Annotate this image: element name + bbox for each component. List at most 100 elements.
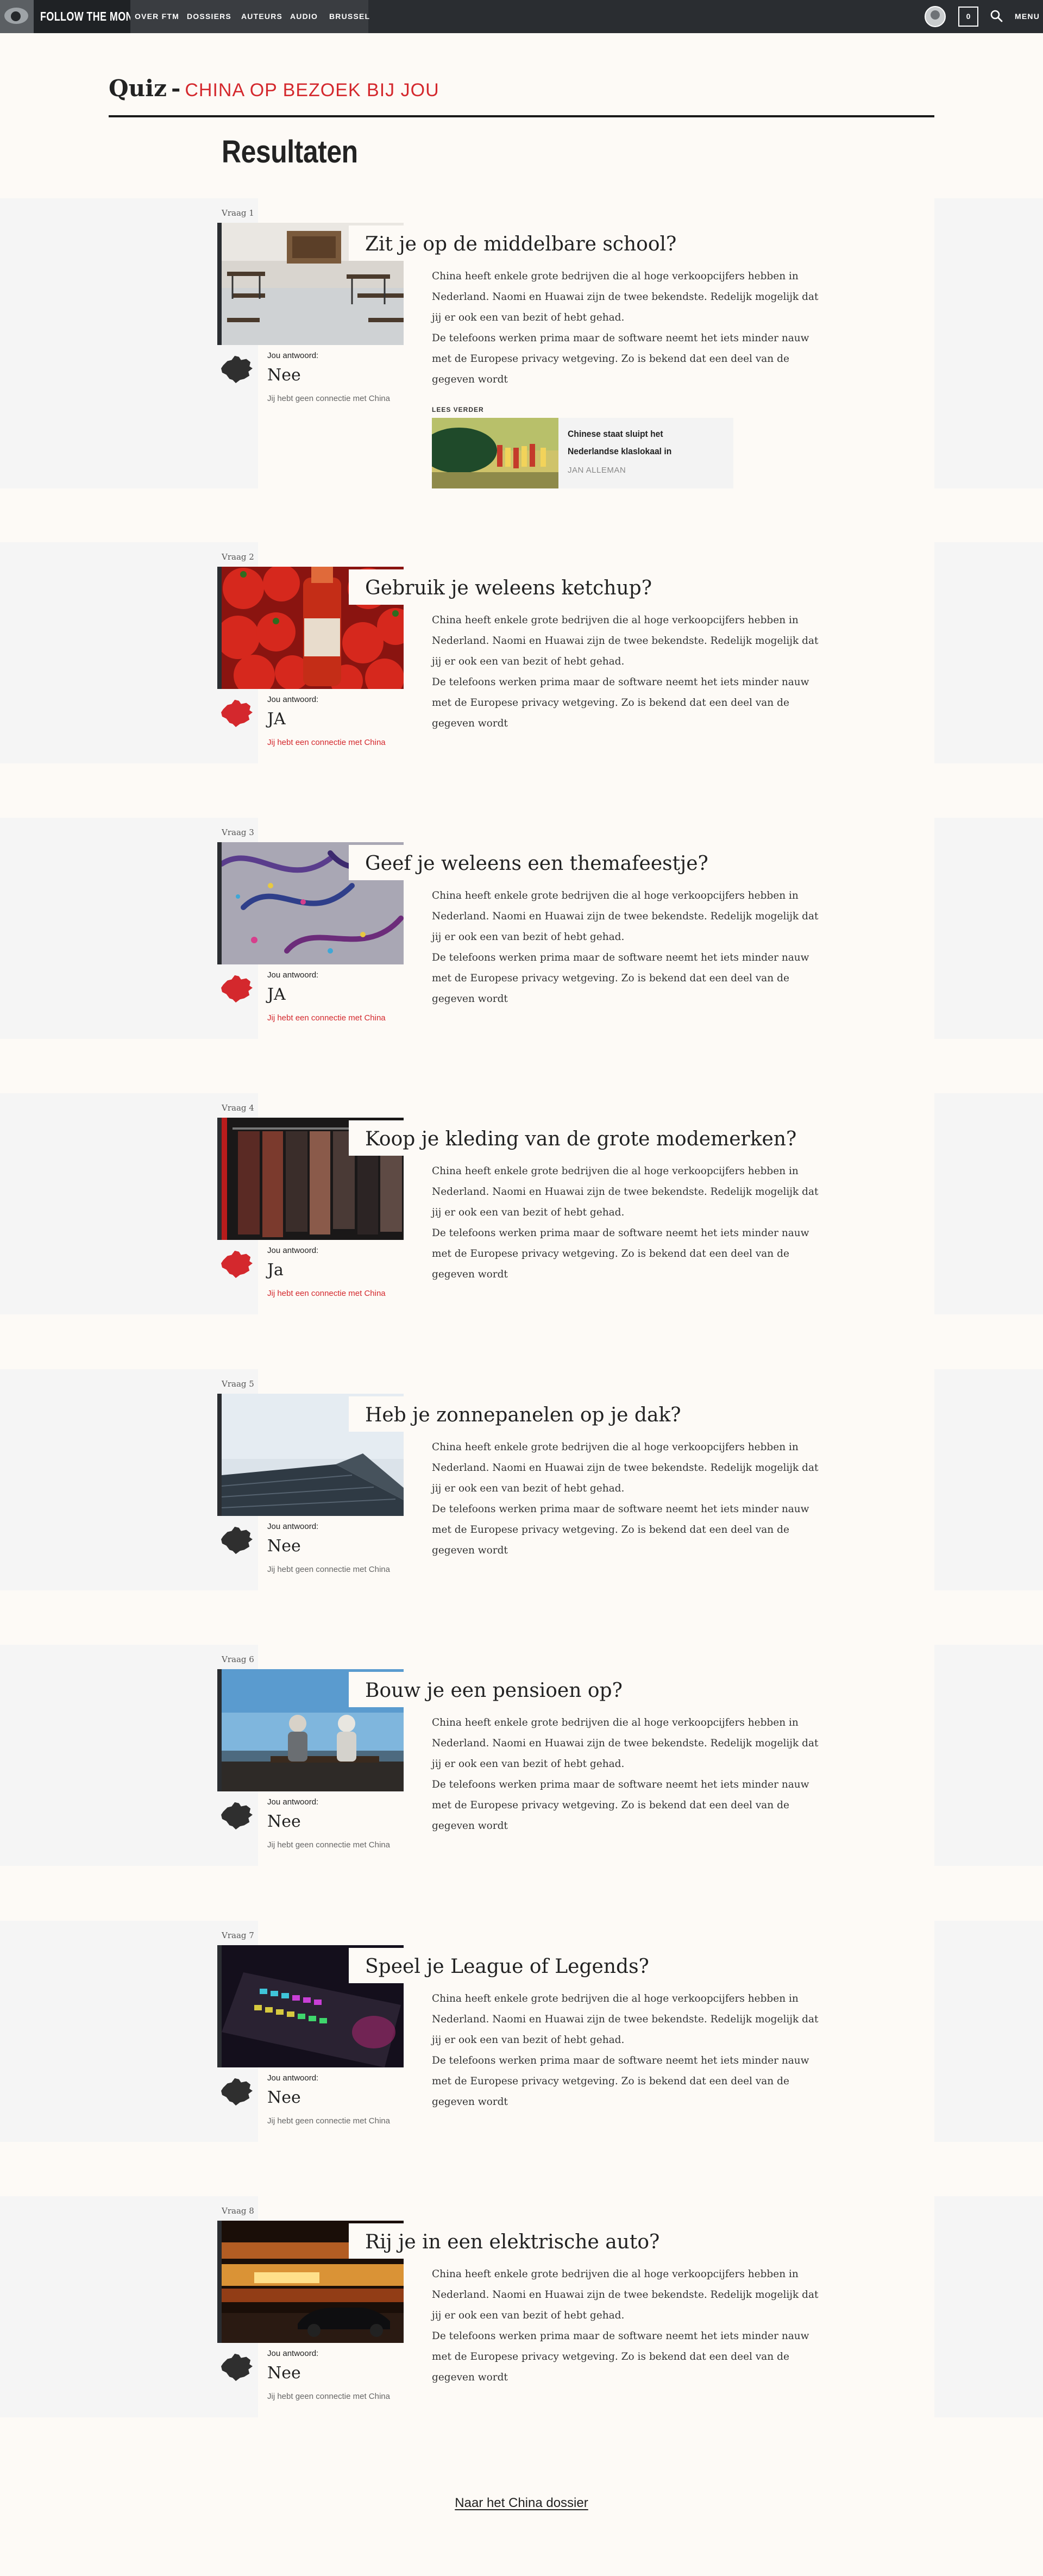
question-explanation: China heeft enkele grote bedrijven die a… bbox=[432, 266, 826, 390]
question-number: Vraag 5 bbox=[222, 1379, 254, 1389]
question-number: Vraag 2 bbox=[222, 552, 254, 562]
china-map-icon bbox=[221, 975, 253, 1003]
top-navigation-bar: FOLLOW THE MONEY OVER FTM DOSSIERS AUTEU… bbox=[0, 0, 1043, 33]
answer-value: Nee bbox=[267, 366, 301, 385]
question-result-row: Vraag 5 Heb je zonnepanelen op je dak? C… bbox=[0, 1369, 1043, 1590]
results-heading: Resultaten bbox=[222, 134, 358, 170]
ftm-logo[interactable]: FOLLOW THE MONEY bbox=[0, 0, 146, 33]
eye-logo-icon bbox=[0, 0, 34, 33]
nav-over-ftm[interactable]: OVER FTM bbox=[135, 0, 179, 33]
quiz-title: Quiz - CHINA OP BEZOEK BIJ JOU bbox=[109, 75, 439, 102]
china-map-icon bbox=[221, 355, 253, 384]
answer-label: Jou antwoord: bbox=[267, 1797, 319, 1807]
answer-label: Jou antwoord: bbox=[267, 695, 319, 704]
question-result-row: Vraag 1 Zit je op de middelbare school? … bbox=[0, 198, 1043, 488]
explanation-paragraph: China heeft enkele grote bedrijven die a… bbox=[432, 2268, 819, 2321]
question-number: Vraag 4 bbox=[222, 1103, 254, 1113]
answer-block: Jou antwoord: Nee Jij hebt geen connecti… bbox=[217, 2072, 407, 2148]
connection-status: Jij hebt geen connectie met China bbox=[267, 394, 390, 403]
explanation-paragraph: China heeft enkele grote bedrijven die a… bbox=[432, 1993, 819, 2046]
question-title: Gebruik je weleens ketchup? bbox=[349, 569, 668, 605]
search-icon[interactable] bbox=[990, 9, 1003, 22]
question-title: Bouw je een pensioen op? bbox=[349, 1672, 639, 1707]
question-number: Vraag 1 bbox=[222, 208, 254, 218]
explanation-paragraph: De telefoons werken prima maar de softwa… bbox=[432, 952, 809, 1005]
explanation-paragraph: China heeft enkele grote bedrijven die a… bbox=[432, 1165, 819, 1218]
menu-button[interactable]: MENU bbox=[1015, 0, 1040, 33]
question-explanation: China heeft enkele grote bedrijven die a… bbox=[432, 1989, 826, 2113]
answer-value: Nee bbox=[267, 1537, 301, 1556]
explanation-paragraph: De telefoons werken prima maar de softwa… bbox=[432, 2055, 809, 2108]
question-explanation: China heeft enkele grote bedrijven die a… bbox=[432, 610, 826, 734]
china-map-icon bbox=[221, 1802, 253, 1830]
question-title: Rij je in een elektrische auto? bbox=[349, 2223, 676, 2259]
china-map-icon bbox=[221, 1526, 253, 1555]
answer-block: Jou antwoord: Nee Jij hebt geen connecti… bbox=[217, 2347, 407, 2423]
title-divider bbox=[109, 115, 934, 117]
answer-block: Jou antwoord: Nee Jij hebt geen connecti… bbox=[217, 1520, 407, 1596]
question-explanation: China heeft enkele grote bedrijven die a… bbox=[432, 1713, 826, 1837]
explanation-paragraph: De telefoons werken prima maar de softwa… bbox=[432, 333, 809, 385]
question-title: Zit je op de middelbare school? bbox=[349, 225, 693, 261]
answer-value: JA bbox=[267, 710, 286, 729]
answer-label: Jou antwoord: bbox=[267, 351, 319, 360]
question-explanation: China heeft enkele grote bedrijven die a… bbox=[432, 1161, 826, 1285]
user-avatar[interactable] bbox=[925, 6, 946, 27]
related-article-card[interactable]: Chinese staat sluipt het Nederlandse kla… bbox=[432, 418, 733, 488]
question-result-row: Vraag 3 Geef je weleens een themafeestje… bbox=[0, 818, 1043, 1039]
nav-audio[interactable]: AUDIO bbox=[290, 0, 318, 33]
nav-auteurs[interactable]: AUTEURS bbox=[241, 0, 282, 33]
nav-dossiers[interactable]: DOSSIERS bbox=[187, 0, 231, 33]
question-explanation: China heeft enkele grote bedrijven die a… bbox=[432, 886, 826, 1010]
answer-value: JA bbox=[267, 985, 286, 1004]
china-dossier-link[interactable]: Naar het China dossier bbox=[0, 2496, 1043, 2511]
connection-status: Jij hebt geen connectie met China bbox=[267, 1565, 390, 1574]
answer-label: Jou antwoord: bbox=[267, 1246, 319, 1255]
related-article-author: JAN ALLEMAN bbox=[568, 466, 626, 475]
answer-block: Jou antwoord: Ja Jij hebt een connectie … bbox=[217, 1244, 407, 1320]
question-explanation: China heeft enkele grote bedrijven die a… bbox=[432, 2264, 826, 2388]
question-result-row: Vraag 7 Speel je League of Legends? Chin… bbox=[0, 1921, 1043, 2142]
lees-verder-label: LEES VERDER bbox=[432, 406, 484, 413]
quiz-title-dash: - bbox=[171, 75, 181, 102]
answer-label: Jou antwoord: bbox=[267, 2349, 319, 2358]
question-number: Vraag 8 bbox=[222, 2206, 254, 2216]
connection-status: Jij hebt geen connectie met China bbox=[267, 2116, 390, 2126]
answer-value: Ja bbox=[267, 1261, 284, 1280]
question-title: Heb je zonnepanelen op je dak? bbox=[349, 1396, 698, 1432]
explanation-paragraph: China heeft enkele grote bedrijven die a… bbox=[432, 271, 819, 323]
quiz-title-prefix: Quiz bbox=[109, 75, 167, 102]
connection-status: Jij hebt een connectie met China bbox=[267, 1289, 386, 1298]
answer-label: Jou antwoord: bbox=[267, 1522, 319, 1531]
china-map-icon bbox=[221, 2353, 253, 2381]
question-title: Koop je kleding van de grote modemerken? bbox=[349, 1120, 813, 1156]
explanation-paragraph: China heeft enkele grote bedrijven die a… bbox=[432, 1441, 819, 1494]
explanation-paragraph: China heeft enkele grote bedrijven die a… bbox=[432, 890, 819, 943]
china-map-icon bbox=[221, 2078, 253, 2106]
answer-value: Nee bbox=[267, 2088, 301, 2107]
question-title: Speel je League of Legends? bbox=[349, 1948, 665, 1983]
connection-status: Jij hebt een connectie met China bbox=[267, 738, 386, 747]
connection-status: Jij hebt een connectie met China bbox=[267, 1013, 386, 1023]
question-result-row: Vraag 2 Gebruik je weleens ketchup? Chin… bbox=[0, 542, 1043, 763]
explanation-paragraph: De telefoons werken prima maar de softwa… bbox=[432, 1227, 809, 1280]
cart-counter[interactable]: 0 bbox=[958, 7, 978, 27]
quiz-subtitle: CHINA OP BEZOEK BIJ JOU bbox=[185, 80, 439, 101]
question-result-row: Vraag 4 Koop je kleding van de grote mod… bbox=[0, 1093, 1043, 1314]
related-article-title: Chinese staat sluipt het Nederlandse kla… bbox=[568, 429, 672, 456]
answer-block: Jou antwoord: JA Jij hebt een connectie … bbox=[217, 693, 407, 769]
explanation-paragraph: De telefoons werken prima maar de softwa… bbox=[432, 676, 809, 729]
answer-value: Nee bbox=[267, 1812, 301, 1831]
answer-block: Jou antwoord: JA Jij hebt een connectie … bbox=[217, 969, 407, 1045]
connection-status: Jij hebt geen connectie met China bbox=[267, 2392, 390, 2401]
answer-label: Jou antwoord: bbox=[267, 970, 319, 980]
related-article-image bbox=[432, 418, 558, 488]
question-result-row: Vraag 6 Bouw je een pensioen op? China h… bbox=[0, 1645, 1043, 1866]
china-map-icon bbox=[221, 1250, 253, 1278]
nav-brussel[interactable]: BRUSSEL bbox=[329, 0, 370, 33]
explanation-paragraph: De telefoons werken prima maar de softwa… bbox=[432, 1779, 809, 1832]
answer-block: Jou antwoord: Nee Jij hebt geen connecti… bbox=[217, 349, 407, 425]
answer-block: Jou antwoord: Nee Jij hebt geen connecti… bbox=[217, 1796, 407, 1872]
explanation-paragraph: China heeft enkele grote bedrijven die a… bbox=[432, 615, 819, 667]
connection-status: Jij hebt geen connectie met China bbox=[267, 1840, 390, 1850]
